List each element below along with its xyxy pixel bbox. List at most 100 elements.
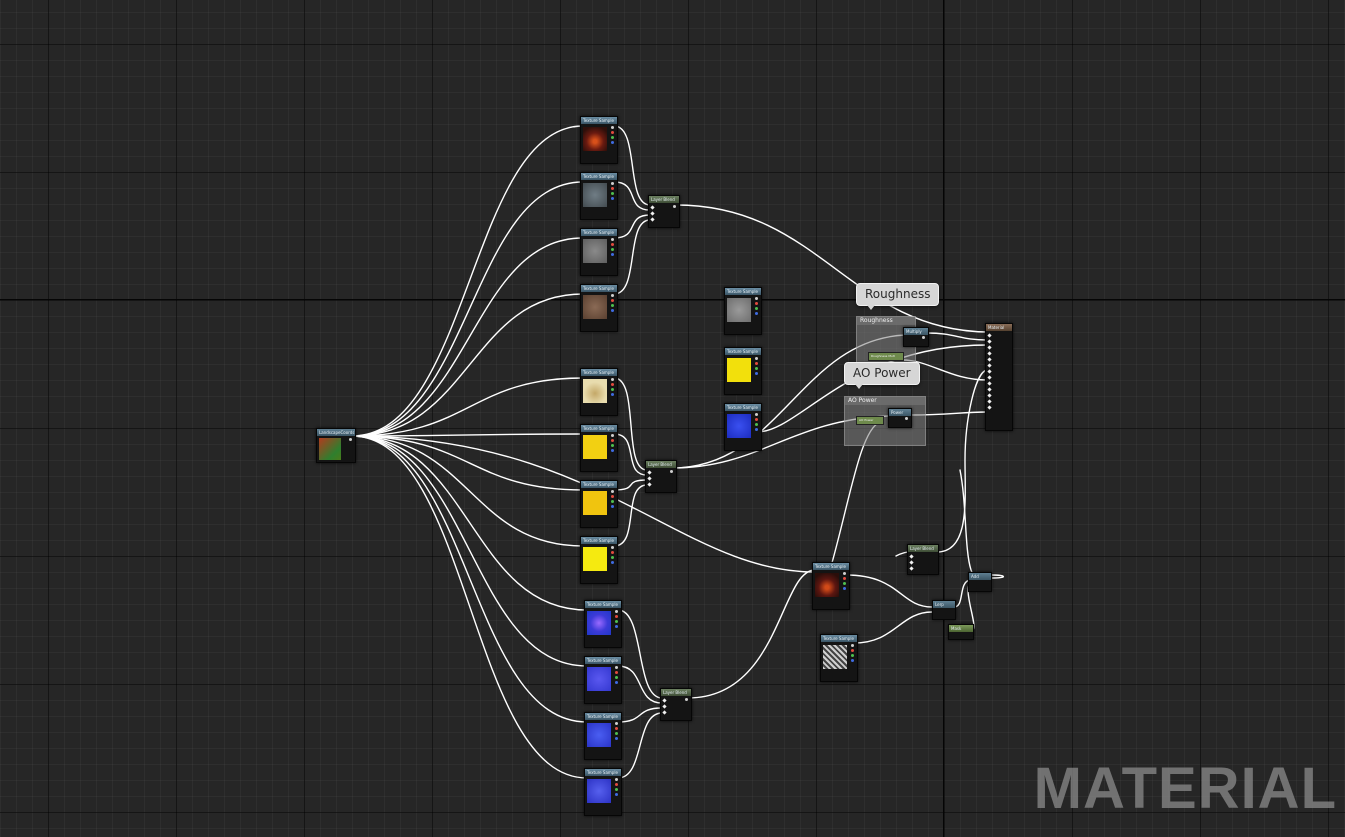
- wire: [989, 574, 1005, 579]
- wire: [351, 433, 584, 437]
- texture-preview: [727, 298, 751, 322]
- wire: [613, 484, 648, 547]
- node-title: LandscapeCoords: [317, 429, 355, 436]
- texture-sample-node[interactable]: Texture Sample: [580, 228, 618, 276]
- graph-axis-horizontal: [0, 299, 1345, 300]
- node-title: Layer Blend: [908, 545, 938, 552]
- output-pins: [611, 182, 615, 202]
- layer-blend-node[interactable]: Layer Blend: [660, 688, 692, 721]
- output-pins: [611, 238, 615, 258]
- node-title: Texture Sample: [581, 481, 617, 488]
- input-pins: [647, 470, 652, 489]
- wire: [351, 435, 588, 667]
- texture-preview: [727, 358, 751, 382]
- wire: [613, 479, 648, 491]
- node-title: Layer Blend: [649, 196, 679, 203]
- output-pins: [615, 722, 619, 742]
- node-title: Texture Sample: [821, 635, 857, 642]
- texture-sample-node[interactable]: Texture Sample: [580, 424, 618, 472]
- wire: [351, 293, 584, 437]
- wire: [351, 435, 588, 611]
- input-pins: [650, 205, 655, 224]
- texture-sample-node[interactable]: Texture Sample: [724, 403, 762, 451]
- node-title: Texture Sample: [581, 285, 617, 292]
- texture-sample-node[interactable]: Texture Sample: [584, 768, 622, 816]
- node-title: Layer Blend: [661, 689, 691, 696]
- lerp-node[interactable]: Lerp: [932, 600, 956, 620]
- texture-preview: [583, 379, 607, 403]
- wire: [351, 181, 584, 437]
- node-title: Lerp: [933, 601, 955, 608]
- texture-preview: [587, 667, 611, 691]
- texture-sample-node[interactable]: Texture Sample: [580, 536, 618, 584]
- texture-preview: [727, 414, 751, 438]
- texture-preview: [583, 183, 607, 207]
- add-node[interactable]: Add: [968, 572, 992, 592]
- output-pins: [755, 413, 759, 433]
- texture-sample-node[interactable]: Texture Sample: [812, 562, 850, 610]
- texture-preview: [583, 127, 607, 151]
- output-pins: [685, 698, 689, 703]
- wire: [853, 611, 933, 644]
- power-node[interactable]: Power: [888, 408, 912, 428]
- landscape-coords-node[interactable]: LandscapeCoords: [316, 428, 356, 463]
- texture-sample-node[interactable]: Texture Sample: [820, 634, 858, 682]
- layer-blend-node[interactable]: Layer Blend: [648, 195, 680, 228]
- texture-sample-node[interactable]: Texture Sample: [724, 347, 762, 395]
- node-title: Texture Sample: [725, 404, 761, 411]
- wire: [617, 712, 663, 779]
- mask-node[interactable]: Mask: [948, 624, 974, 640]
- group-title: AO Power: [845, 397, 925, 405]
- roughness-comment-bubble[interactable]: Roughness: [856, 283, 940, 310]
- wire: [613, 377, 648, 471]
- texture-preview: [823, 645, 847, 669]
- output-pins: [843, 572, 847, 592]
- wire: [351, 237, 584, 437]
- roughness-mult-param[interactable]: Roughness Mult: [868, 352, 904, 361]
- output-pins: [615, 778, 619, 798]
- ao-power-comment-bubble[interactable]: AO Power: [844, 362, 920, 389]
- layer-blend-node[interactable]: Layer Blend: [645, 460, 677, 493]
- output-pins: [611, 294, 615, 314]
- wire: [351, 435, 588, 779]
- output-pins: [611, 546, 615, 566]
- texture-sample-node[interactable]: Texture Sample: [724, 287, 762, 335]
- ao-power-param[interactable]: AO Power: [856, 416, 884, 425]
- texture-preview: [583, 295, 607, 319]
- node-title: Material: [986, 324, 1012, 331]
- texture-sample-node[interactable]: Texture Sample: [580, 116, 618, 164]
- output-pins: [673, 205, 677, 210]
- multiply-node[interactable]: Multiply: [903, 327, 929, 347]
- node-title: Texture Sample: [585, 601, 621, 608]
- node-title: Layer Blend: [646, 461, 676, 468]
- wire: [351, 435, 584, 491]
- texture-sample-node[interactable]: Texture Sample: [584, 600, 622, 648]
- coords-preview: [319, 438, 341, 460]
- node-title: Texture Sample: [581, 369, 617, 376]
- wire: [675, 204, 988, 333]
- material-output-node[interactable]: Material: [985, 323, 1013, 431]
- output-pins: [349, 438, 353, 443]
- texture-sample-node[interactable]: Texture Sample: [580, 368, 618, 416]
- node-title: Texture Sample: [585, 769, 621, 776]
- output-pins: [755, 297, 759, 317]
- node-title: Texture Sample: [581, 117, 617, 124]
- wire: [351, 435, 588, 723]
- wire: [613, 214, 651, 239]
- layer-blend-node[interactable]: Layer Blend: [907, 544, 939, 575]
- texture-preview: [583, 239, 607, 263]
- output-pin-icon[interactable]: [349, 438, 352, 441]
- wire: [936, 369, 988, 553]
- texture-preview: [815, 573, 839, 597]
- texture-sample-node[interactable]: Texture Sample: [580, 480, 618, 528]
- input-pins: [662, 698, 667, 717]
- texture-sample-node[interactable]: Texture Sample: [584, 656, 622, 704]
- node-title: Texture Sample: [725, 288, 761, 295]
- texture-sample-node[interactable]: Texture Sample: [580, 172, 618, 220]
- wire: [617, 665, 663, 704]
- watermark-logo: MATERIAL: [1033, 756, 1337, 821]
- texture-sample-node[interactable]: Texture Sample: [584, 712, 622, 760]
- output-pins: [611, 126, 615, 146]
- texture-sample-node[interactable]: Texture Sample: [580, 284, 618, 332]
- wire: [613, 125, 651, 206]
